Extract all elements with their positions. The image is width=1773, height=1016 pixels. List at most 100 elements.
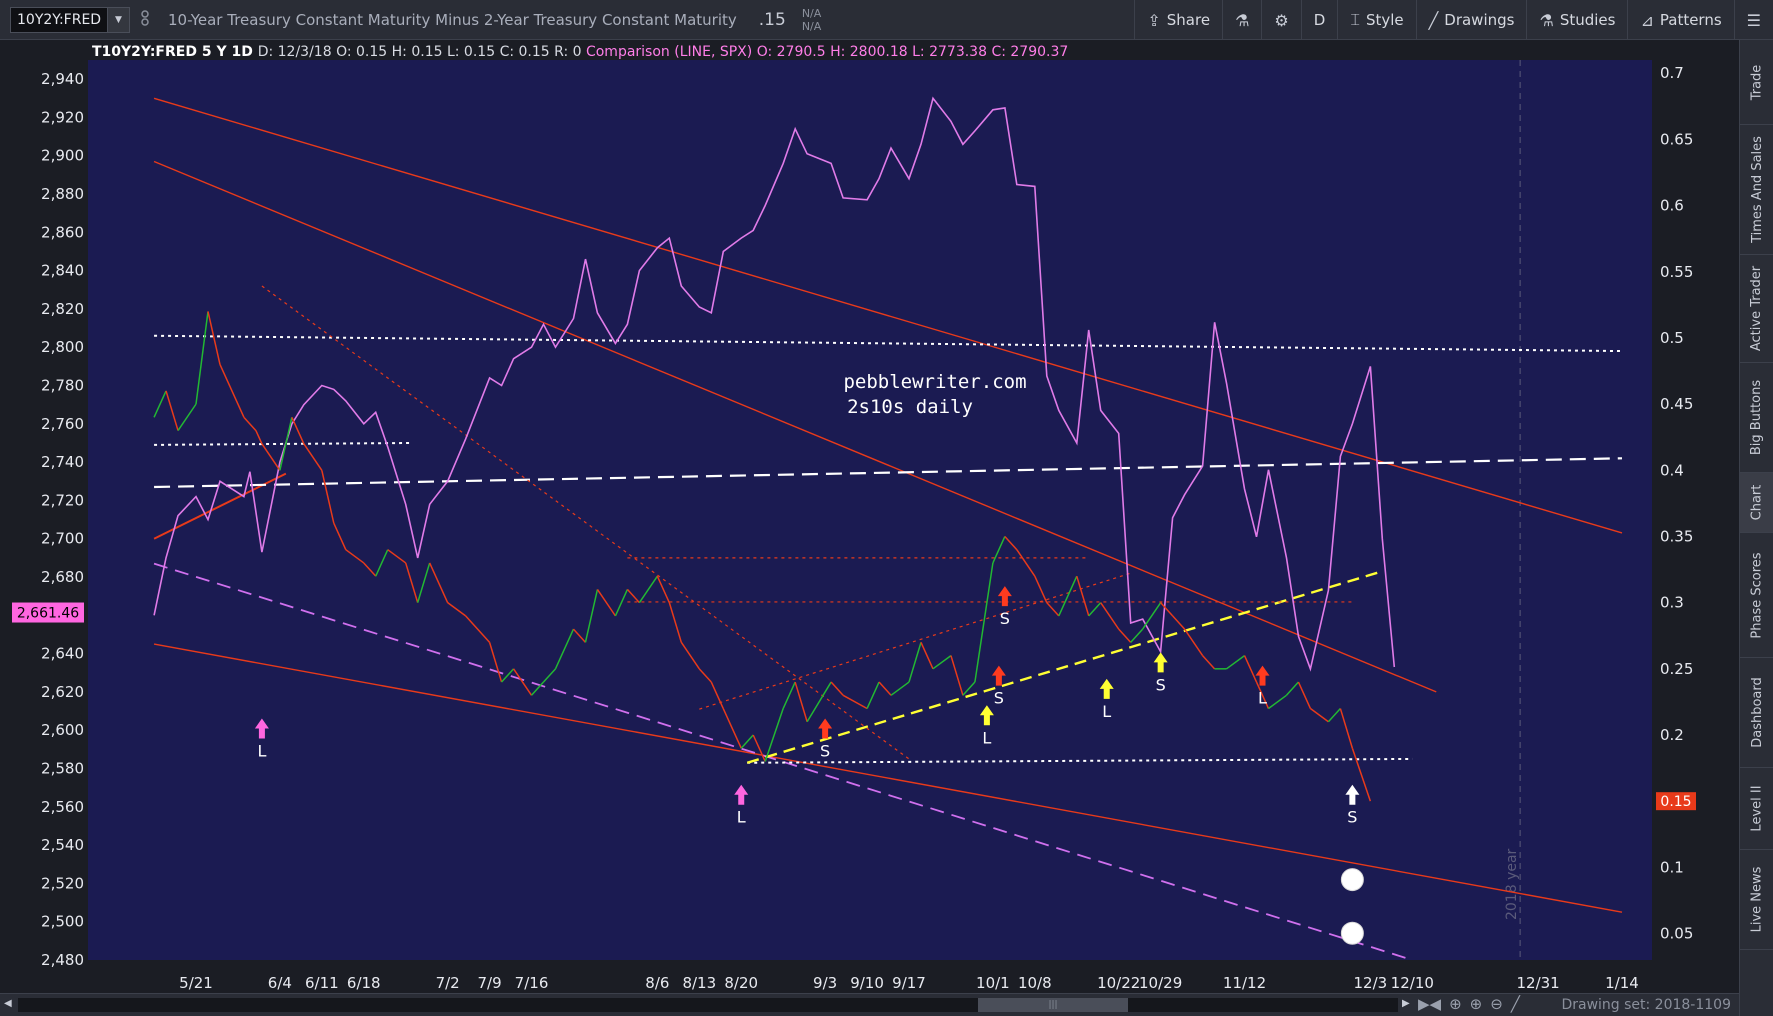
flask-button[interactable]: ⚗ xyxy=(1222,0,1261,40)
left-axis-tick-label: 2,500 xyxy=(41,913,84,931)
x-axis-tick-label: 9/10 xyxy=(850,974,884,992)
side-tab-label: Live News xyxy=(1749,866,1765,933)
x-axis-tick-label: 11/12 xyxy=(1223,974,1266,992)
symbol-dropdown-button[interactable]: ▼ xyxy=(107,7,129,32)
share-button[interactable]: ⇪ Share xyxy=(1134,0,1222,40)
t10y2y-value-text: 0.15 xyxy=(1660,794,1691,810)
drawings-button[interactable]: ╱ Drawings xyxy=(1415,0,1527,40)
symbol-description: 10-Year Treasury Constant Maturity Minus… xyxy=(168,10,737,29)
x-axis-tick-label: 1/14 xyxy=(1605,974,1639,992)
signal-label: S xyxy=(820,742,830,761)
toolbar-button-label: Studies xyxy=(1559,11,1616,29)
x-axis-tick-label: 7/16 xyxy=(515,974,549,992)
left-axis-tick-label: 2,920 xyxy=(41,108,84,126)
left-axis-tick-label: 2,740 xyxy=(41,453,84,471)
header-high: H: 0.15 xyxy=(392,44,447,60)
drawing-line-icon[interactable]: ╱ xyxy=(1511,995,1520,1013)
current-spx-price-label: 2,661.46 xyxy=(12,602,84,623)
chevron-down-icon: ▼ xyxy=(115,14,122,25)
right-axis-tick-label: 0.25 xyxy=(1660,660,1693,678)
chart-header-info: T10Y2Y:FRED 5 Y 1D D: 12/3/18 O: 0.15 H:… xyxy=(92,44,1068,60)
target-circle-marker xyxy=(1340,868,1364,892)
side-tabs-panel: Trade Times And Sales Active Trader Big But… xyxy=(1739,40,1773,1016)
studies-button[interactable]: ⚗ Studies xyxy=(1526,0,1627,40)
link-icon[interactable] xyxy=(136,9,154,30)
left-axis-tick-label: 2,720 xyxy=(41,491,84,509)
patterns-icon: ⊿ xyxy=(1640,10,1654,30)
patterns-button[interactable]: ⊿ Patterns xyxy=(1627,0,1733,40)
zoom-out-arrows-icon[interactable]: ▶◀ xyxy=(1418,995,1441,1013)
chart-area[interactable]: T10Y2Y:FRED 5 Y 1D D: 12/3/18 O: 0.15 H:… xyxy=(0,40,1739,993)
signal-label: L xyxy=(982,728,991,747)
gear-button[interactable]: ⚙ xyxy=(1261,0,1300,40)
side-tab-dashboard[interactable]: Dashboard xyxy=(1740,658,1773,768)
signal-label: S xyxy=(1347,808,1357,827)
signal-label: S xyxy=(1156,675,1166,694)
side-tab-level-ii[interactable]: Level II xyxy=(1740,768,1773,850)
watermark-line1: pebblewriter.com xyxy=(843,371,1026,393)
side-tab-active-trader[interactable]: Active Trader xyxy=(1740,255,1773,363)
right-axis-tick-label: 0.7 xyxy=(1660,64,1684,82)
signal-label: L xyxy=(737,808,746,827)
symbol-text: 10Y2Y:FRED xyxy=(17,11,102,28)
d-button[interactable]: D xyxy=(1300,0,1338,40)
left-axis-tick-label: 2,480 xyxy=(41,951,84,969)
side-tab-label: Level II xyxy=(1749,785,1765,832)
header-date: D: 12/3/18 xyxy=(258,44,336,60)
side-tab-live-news[interactable]: Live News xyxy=(1740,850,1773,950)
share-icon: ⇪ xyxy=(1147,10,1161,30)
side-tab-label: Trade xyxy=(1749,64,1765,100)
ask-value: N/A xyxy=(801,19,822,33)
header-open: O: 0.15 xyxy=(336,44,392,60)
symbol-input[interactable]: 10Y2Y:FRED ▼ xyxy=(10,6,130,33)
x-axis-tick-label: 12/31 xyxy=(1517,974,1560,992)
style-button[interactable]: ⌶ Style xyxy=(1337,0,1415,40)
horizontal-scrollbar[interactable]: ||| xyxy=(18,998,1398,1012)
side-tab-trade[interactable]: Trade xyxy=(1740,40,1773,125)
x-axis-tick-label: 6/4 xyxy=(268,974,292,992)
signal-label: L xyxy=(1102,702,1111,721)
menu-button[interactable]: ☰ xyxy=(1733,0,1773,40)
thinkorswim-chart-window: 10Y2Y:FRED ▼ 10-Year Treasury Constant M… xyxy=(0,0,1773,1016)
right-axis-tick-label: 0.35 xyxy=(1660,527,1693,545)
spx-price-text: 2,661.46 xyxy=(17,606,79,622)
right-axis-tick-label: 0.45 xyxy=(1660,395,1693,413)
header-cmp-close: C: 2790.37 xyxy=(991,44,1068,60)
side-tab-label: Phase Scores xyxy=(1749,551,1765,639)
gear-icon: ⚙ xyxy=(1274,10,1289,30)
left-axis-tick-label: 2,680 xyxy=(41,568,84,586)
bid-ask: N/A N/A xyxy=(802,7,821,33)
scroll-right-arrow-icon[interactable]: ▶ xyxy=(1402,998,1410,1009)
header-cmp-low: L: 2773.38 xyxy=(912,44,991,60)
zoom-out-icon[interactable]: ⊖ xyxy=(1490,995,1503,1013)
toolbar-button-label: Share xyxy=(1166,11,1211,29)
side-tab-big-buttons[interactable]: Big Buttons xyxy=(1740,363,1773,473)
side-tab-chart[interactable]: Chart xyxy=(1740,473,1773,533)
x-axis-tick-label: 10/1 xyxy=(976,974,1010,992)
bottom-tools: ▶◀ ⊕ ⊕ ⊖ ╱ xyxy=(1418,995,1520,1013)
crosshair-icon[interactable]: ⊕ xyxy=(1449,995,1462,1013)
toolbar-button-label: Style xyxy=(1365,11,1404,29)
left-axis-tick-label: 2,520 xyxy=(41,874,84,892)
scroll-thumb[interactable]: ||| xyxy=(978,998,1128,1012)
left-axis-tick-label: 2,880 xyxy=(41,185,84,203)
left-axis-tick-label: 2,860 xyxy=(41,223,84,241)
toolbar-right-group: ⇪ Share ⚗ ⚙ D ⌶ Style ╱ Drawings ⚗ Studies ⊿ Pattern… xyxy=(1134,0,1773,40)
x-axis-tick-label: 6/11 xyxy=(305,974,339,992)
drawing-set-label[interactable]: Drawing set: 2018-1109 xyxy=(1561,997,1731,1013)
side-tab-phase-scores[interactable]: Phase Scores xyxy=(1740,533,1773,658)
current-t10y2y-value-label: 0.15 xyxy=(1656,792,1696,811)
x-axis-tick-label: 12/3 xyxy=(1354,974,1388,992)
left-axis-tick-label: 2,940 xyxy=(41,70,84,88)
chart-canvas[interactable]: T10Y2Y:FRED 5 Y 1D D: 12/3/18 O: 0.15 H:… xyxy=(0,40,1739,993)
signal-label: L xyxy=(1258,689,1267,708)
zoom-in-icon[interactable]: ⊕ xyxy=(1470,995,1483,1013)
right-axis-tick-label: 0.65 xyxy=(1660,130,1693,148)
watermark-line2: 2s10s daily xyxy=(847,396,973,418)
header-comparison-label: Comparison (LINE, SPX) xyxy=(586,44,757,60)
left-axis-tick-label: 2,900 xyxy=(41,147,84,165)
scroll-left-arrow-icon[interactable]: ◀ xyxy=(4,998,12,1009)
side-tab-times-and-sales[interactable]: Times And Sales xyxy=(1740,125,1773,255)
x-axis-tick-label: 9/3 xyxy=(813,974,837,992)
left-axis-tick-label: 2,620 xyxy=(41,683,84,701)
